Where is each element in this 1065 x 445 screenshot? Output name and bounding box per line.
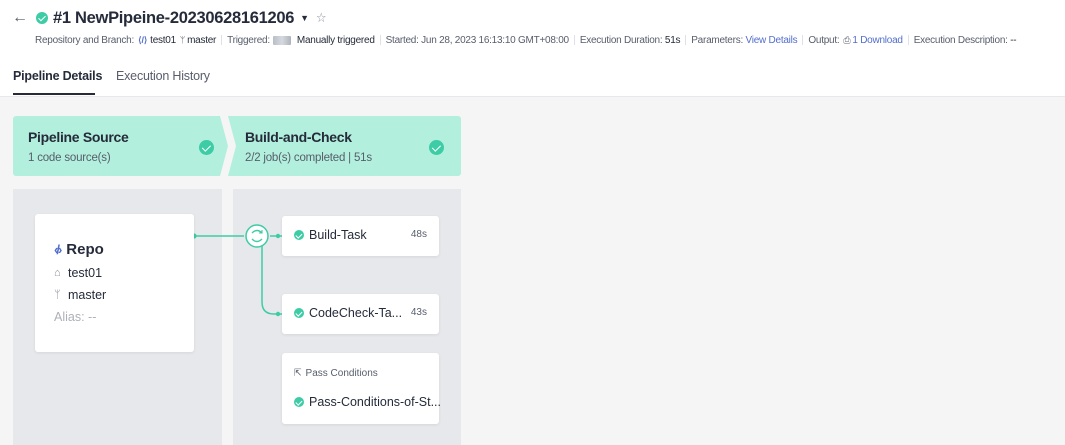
triggered-value: Manually triggered <box>296 34 375 46</box>
stage-header-build-and-check[interactable]: Build-and-Check 2/2 job(s) completed | 5… <box>228 116 461 176</box>
pass-condition-item[interactable]: Pass-Conditions-of-St... <box>294 395 441 409</box>
download-link[interactable]: 1 Download <box>852 35 903 46</box>
avatar <box>272 35 291 45</box>
job-card-build-task[interactable]: Build-Task 48s <box>282 216 439 256</box>
branch-value: master <box>187 34 217 46</box>
stage-title: Build-and-Check <box>245 129 352 145</box>
job-name-text: Build-Task <box>309 228 367 242</box>
divider <box>802 35 804 45</box>
pass-conditions-label: ⇱ Pass Conditions <box>294 368 378 379</box>
repo-label: Repository and Branch: <box>35 34 135 46</box>
job-duration: 48s <box>410 229 427 240</box>
source-branch-value: master <box>68 288 107 302</box>
parameters-label: Parameters: <box>691 34 743 46</box>
divider <box>379 35 381 45</box>
page-header: ← #1 NewPipeine-20230628161206 ▼ ☆ <box>12 6 327 30</box>
source-name: Repo <box>66 241 104 258</box>
success-check-icon <box>294 397 304 407</box>
duration-value: 51s <box>664 34 681 46</box>
active-tab-indicator <box>13 93 95 95</box>
execution-meta: Repository and Branch: ⟨/⟩ test01 ᛘ mast… <box>35 32 1017 48</box>
pass-conditions-card[interactable]: ⇱ Pass Conditions Pass-Conditions-of-St.… <box>282 353 441 424</box>
star-icon[interactable]: ☆ <box>316 10 327 26</box>
branch-icon: ᛘ <box>54 289 61 301</box>
source-repo: ⌂ test01 <box>54 266 102 280</box>
download-icon[interactable]: ⎙ <box>843 35 850 46</box>
source-alias: Alias: -- <box>54 310 97 324</box>
job-name: Build-Task <box>294 228 367 242</box>
description-label: Execution Description: <box>913 34 1008 46</box>
divider <box>907 35 909 45</box>
branch-icon: ᛘ <box>179 35 186 45</box>
pass-condition-icon: ⇱ <box>294 368 302 379</box>
home-icon: ⌂ <box>54 267 61 279</box>
source-card-repo[interactable]: ‹/› Repo ⌂ test01 ᛘ master Alias: -- <box>35 214 194 352</box>
tab-execution-history[interactable]: Execution History <box>116 69 210 83</box>
tab-bar: Pipeline Details Execution History <box>0 60 1065 97</box>
stage-subtitle: 2/2 job(s) completed | 51s <box>245 152 372 164</box>
caret-down-icon[interactable]: ▼ <box>300 13 309 23</box>
pass-conditions-label-text: Pass Conditions <box>305 368 378 379</box>
divider <box>221 35 223 45</box>
success-check-icon <box>294 230 304 240</box>
view-details-link[interactable]: View Details <box>746 35 798 46</box>
source-title: ‹/› Repo <box>54 241 104 258</box>
success-check-icon <box>36 12 48 24</box>
divider <box>573 35 575 45</box>
source-repo-value: test01 <box>68 266 103 280</box>
divider <box>685 35 687 45</box>
pass-condition-item-text: Pass-Conditions-of-St... <box>309 395 441 409</box>
page-title: #1 NewPipeine-20230628161206 <box>53 8 295 27</box>
duration-label: Execution Duration: <box>579 34 663 46</box>
repo-icon: ‹/› <box>54 242 62 257</box>
output-label: Output: <box>808 34 840 46</box>
stage-header-pipeline-source[interactable]: Pipeline Source 1 code source(s) <box>13 116 228 176</box>
stage-title: Pipeline Source <box>28 129 129 145</box>
description-value: -- <box>1010 34 1017 46</box>
started-text: Started: Jun 28, 2023 16:13:10 GMT+08:00 <box>385 34 569 46</box>
stage-subtitle: 1 code source(s) <box>28 152 111 164</box>
job-name-text: CodeCheck-Ta... <box>309 306 403 320</box>
repo-icon: ⟨/⟩ <box>138 34 148 45</box>
job-name: CodeCheck-Ta... <box>294 306 402 320</box>
success-check-icon <box>199 140 214 155</box>
repo-value: test01 <box>150 34 176 46</box>
job-duration: 43s <box>410 307 427 318</box>
tab-pipeline-details[interactable]: Pipeline Details <box>13 69 102 83</box>
success-check-icon <box>294 308 304 318</box>
success-check-icon <box>429 140 444 155</box>
back-arrow-icon[interactable]: ← <box>12 9 28 27</box>
triggered-label: Triggered: <box>227 34 270 46</box>
job-card-codecheck-task[interactable]: CodeCheck-Ta... 43s <box>282 294 439 334</box>
source-branch: ᛘ master <box>54 288 106 302</box>
